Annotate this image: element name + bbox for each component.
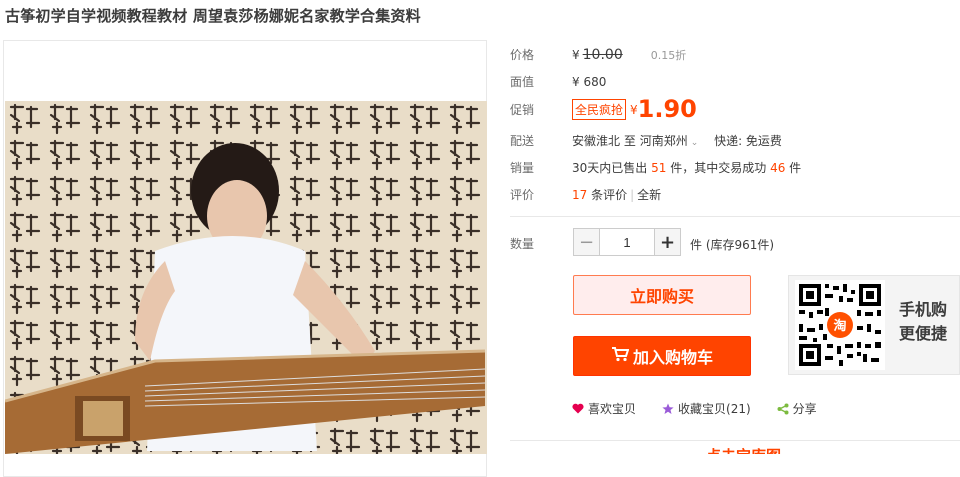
quantity-minus-button[interactable]: − bbox=[573, 228, 600, 256]
qr-caption-line2: 更便捷 bbox=[899, 324, 948, 343]
discount-text: 0.15折 bbox=[650, 49, 687, 62]
heart-icon bbox=[572, 403, 584, 414]
face-value-row: 面值 ¥ 680 bbox=[510, 73, 606, 90]
ship-to-select[interactable]: 河南郑州 ⌄ bbox=[640, 134, 699, 148]
promo-row: 促销 全民疯抢 ¥1.90 bbox=[510, 95, 697, 123]
sales-row: 销量 30天内已售出 51 件，其中交易成功 46 件 bbox=[510, 159, 801, 176]
sales-label: 销量 bbox=[510, 161, 535, 175]
qr-code: 淘 bbox=[795, 280, 885, 370]
price-symbol: ¥ bbox=[572, 48, 580, 62]
review-text[interactable]: 条评价 bbox=[591, 188, 627, 202]
divider bbox=[510, 216, 960, 217]
bottom-cut-text: 点击宝库图 bbox=[706, 446, 781, 454]
unit-label: 件 bbox=[690, 238, 703, 252]
add-to-cart-button[interactable]: 加入购物车 bbox=[573, 336, 751, 376]
share-button[interactable]: 分享 bbox=[777, 400, 817, 417]
like-button[interactable]: 喜欢宝贝 bbox=[572, 400, 636, 417]
product-info: 价格 ¥10.00 0.15折 面值 ¥ 680 促销 全民疯抢 ¥1.90 配送 安徽淮北… bbox=[510, 0, 960, 477]
share-label[interactable]: 分享 bbox=[793, 400, 817, 417]
qr-badge: 淘 bbox=[833, 318, 846, 334]
item-actions: 喜欢宝贝 收藏宝贝(21) 分享 bbox=[572, 400, 843, 417]
product-photo[interactable] bbox=[5, 101, 487, 454]
promo-price: 1.90 bbox=[637, 95, 697, 123]
sales-success: 46 bbox=[770, 161, 786, 175]
buy-now-button[interactable]: 立即购买 bbox=[573, 275, 751, 315]
sales-mid: 件，其中交易成功 bbox=[670, 161, 767, 175]
chevron-down-icon[interactable]: ⌄ bbox=[691, 138, 699, 148]
favorite-button[interactable]: 收藏宝贝(21) bbox=[662, 400, 751, 417]
divider-bottom bbox=[510, 440, 960, 441]
promo-price-symbol: ¥ bbox=[630, 103, 638, 117]
review-label: 评价 bbox=[510, 188, 535, 202]
price-row: 价格 ¥10.00 0.15折 bbox=[510, 46, 686, 63]
face-value-label: 面值 bbox=[510, 75, 535, 89]
ship-from: 安徽淮北 bbox=[572, 134, 621, 148]
product-title: 古筝初学自学视频教程教材 周望袁莎杨娜妮名家教学合集资料 bbox=[5, 7, 421, 25]
shipping-label: 配送 bbox=[510, 134, 535, 148]
price-label: 价格 bbox=[510, 48, 535, 62]
qr-caption-line1: 手机购 bbox=[899, 300, 948, 319]
review-row: 评价 17 条评价 | 全新 bbox=[510, 186, 661, 203]
quantity-label-text: 数量 bbox=[510, 237, 535, 251]
review-tag: 全新 bbox=[637, 188, 662, 202]
cart-icon bbox=[611, 346, 630, 366]
quantity-stepper[interactable]: − + bbox=[573, 228, 681, 256]
ship-to[interactable]: 河南郑州 bbox=[640, 134, 688, 148]
add-to-cart-label: 加入购物车 bbox=[632, 348, 713, 367]
sales-prefix: 30天内已售出 bbox=[572, 161, 648, 175]
sales-suffix: 件 bbox=[789, 161, 802, 175]
favorite-label[interactable]: 收藏宝贝(21) bbox=[678, 400, 751, 417]
quantity-label: 数量 bbox=[510, 235, 572, 252]
promo-label: 促销 bbox=[510, 103, 535, 117]
shipping-fee: 快递: 免运费 bbox=[714, 134, 782, 148]
qr-caption: 手机购 更便捷 bbox=[899, 298, 959, 346]
original-price: 10.00 bbox=[582, 47, 623, 63]
sales-count: 51 bbox=[651, 161, 667, 175]
review-count[interactable]: 17 bbox=[572, 188, 587, 202]
face-value: ¥ 680 bbox=[572, 75, 607, 89]
stock-info: 件 (库存961件) bbox=[690, 236, 774, 253]
quantity-input[interactable] bbox=[600, 228, 654, 256]
review-separator: | bbox=[630, 188, 635, 202]
stock-label: (库存961件) bbox=[705, 238, 775, 252]
share-icon bbox=[777, 403, 789, 414]
quantity-plus-button[interactable]: + bbox=[654, 228, 681, 256]
like-label[interactable]: 喜欢宝贝 bbox=[588, 400, 636, 417]
ship-to-word: 至 bbox=[623, 134, 636, 148]
promo-badge: 全民疯抢 bbox=[572, 99, 627, 120]
shipping-row: 配送 安徽淮北 至 河南郑州 ⌄ 快递: 免运费 bbox=[510, 132, 782, 149]
mobile-qr-box[interactable]: 淘 手机购 更便捷 bbox=[788, 275, 960, 375]
star-icon bbox=[662, 403, 674, 414]
